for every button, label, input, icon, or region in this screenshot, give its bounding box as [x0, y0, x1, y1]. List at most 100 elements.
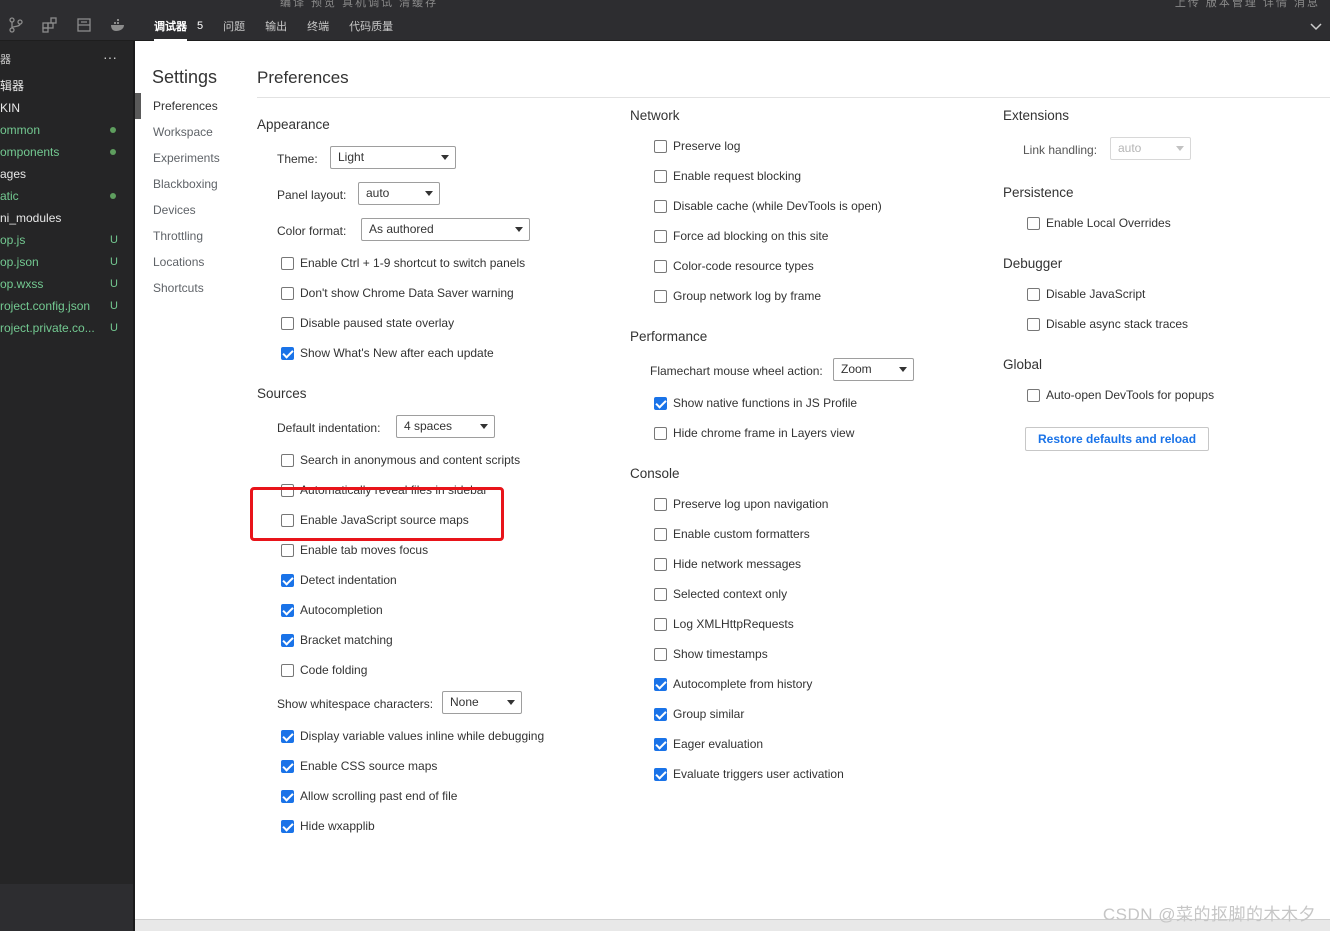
nav-preferences[interactable]: Preferences: [135, 93, 245, 119]
file-tree-item[interactable]: op.wxss U: [0, 273, 133, 295]
panel-layout-select[interactable]: auto: [358, 182, 440, 205]
tab-output[interactable]: 输出: [265, 18, 287, 34]
restore-defaults-button[interactable]: Restore defaults and reload: [1025, 427, 1210, 451]
checkbox-row[interactable]: Autocomplete from history: [654, 677, 812, 691]
chevron-down-icon[interactable]: [1310, 18, 1322, 34]
file-tree-item[interactable]: roject.private.co... U: [0, 317, 133, 339]
checkbox-row[interactable]: Enable custom formatters: [654, 527, 810, 541]
checkbox-row[interactable]: Show timestamps: [654, 647, 768, 661]
checkbox[interactable]: [654, 199, 667, 213]
file-tree-item[interactable]: op.json U: [0, 251, 133, 273]
checkbox-row[interactable]: Group similar: [654, 707, 744, 721]
checkbox-row[interactable]: Force ad blocking on this site: [654, 229, 828, 243]
file-tree-item[interactable]: KIN: [0, 97, 133, 119]
checkbox-checked[interactable]: [654, 677, 667, 691]
checkbox[interactable]: [1027, 388, 1040, 402]
storage-icon[interactable]: [74, 15, 94, 35]
checkbox-row[interactable]: Detect indentation: [281, 573, 397, 587]
nav-workspace[interactable]: Workspace: [135, 119, 245, 145]
file-tree-item[interactable]: ni_modules: [0, 207, 133, 229]
checkbox-row[interactable]: Display variable values inline while deb…: [281, 729, 544, 743]
tab-terminal[interactable]: 终端: [307, 18, 329, 34]
checkbox[interactable]: [281, 663, 294, 677]
checkbox[interactable]: [654, 497, 667, 511]
tab-debugger[interactable]: 调试器: [154, 18, 187, 41]
checkbox-checked[interactable]: [281, 633, 294, 647]
checkbox-row[interactable]: Show native functions in JS Profile: [654, 396, 857, 410]
checkbox-row[interactable]: Enable Local Overrides: [1027, 216, 1171, 230]
file-tree-item[interactable]: 辑器: [0, 75, 133, 97]
checkbox-row[interactable]: Don't show Chrome Data Saver warning: [281, 286, 514, 300]
checkbox-row[interactable]: Evaluate triggers user activation: [654, 767, 844, 781]
checkbox-row[interactable]: Show What's New after each update: [281, 346, 494, 360]
checkbox-checked[interactable]: [281, 603, 294, 617]
checkbox-row[interactable]: Search in anonymous and content scripts: [281, 453, 520, 467]
checkbox-checked[interactable]: [281, 729, 294, 743]
checkbox-row[interactable]: Disable JavaScript: [1027, 287, 1145, 301]
checkbox-row[interactable]: Disable paused state overlay: [281, 316, 454, 330]
theme-select[interactable]: Light: [330, 146, 456, 169]
checkbox-row[interactable]: Code folding: [281, 663, 367, 677]
checkbox-row[interactable]: Hide wxapplib: [281, 819, 375, 833]
checkbox[interactable]: [654, 647, 667, 661]
checkbox[interactable]: [654, 426, 667, 440]
nav-devices[interactable]: Devices: [135, 197, 245, 223]
checkbox-row[interactable]: Disable async stack traces: [1027, 317, 1188, 331]
checkbox-row[interactable]: Auto-open DevTools for popups: [1027, 388, 1214, 402]
checkbox[interactable]: [654, 587, 667, 601]
checkbox-row[interactable]: Color-code resource types: [654, 259, 814, 273]
checkbox-row[interactable]: Hide network messages: [654, 557, 801, 571]
file-tree-item[interactable]: ommon: [0, 119, 133, 141]
checkbox-row[interactable]: Bracket matching: [281, 633, 393, 647]
checkbox-row[interactable]: Selected context only: [654, 587, 787, 601]
checkbox-row[interactable]: Enable CSS source maps: [281, 759, 437, 773]
checkbox-checked[interactable]: [281, 759, 294, 773]
file-tree-item[interactable]: ages: [0, 163, 133, 185]
source-control-icon[interactable]: [6, 15, 26, 35]
checkbox-checked[interactable]: [281, 819, 294, 833]
extensions-icon[interactable]: [40, 15, 60, 35]
checkbox[interactable]: [281, 316, 294, 330]
checkbox[interactable]: [281, 286, 294, 300]
checkbox-checked[interactable]: [281, 346, 294, 360]
tab-problems[interactable]: 问题: [223, 18, 245, 34]
more-actions-icon[interactable]: ···: [103, 49, 117, 65]
nav-throttling[interactable]: Throttling: [135, 223, 245, 249]
checkbox-row[interactable]: Enable tab moves focus: [281, 543, 428, 557]
flamechart-select[interactable]: Zoom: [833, 358, 914, 381]
file-tree-item[interactable]: roject.config.json U: [0, 295, 133, 317]
checkbox-checked[interactable]: [281, 573, 294, 587]
color-format-select[interactable]: As authored: [361, 218, 530, 241]
checkbox-checked[interactable]: [654, 767, 667, 781]
indentation-select[interactable]: 4 spaces: [396, 415, 495, 438]
checkbox-row[interactable]: Preserve log: [654, 139, 740, 153]
checkbox-row[interactable]: Hide chrome frame in Layers view: [654, 426, 854, 440]
checkbox-row[interactable]: Enable request blocking: [654, 169, 801, 183]
checkbox[interactable]: [654, 169, 667, 183]
tab-code-quality[interactable]: 代码质量: [349, 18, 393, 34]
checkbox-row[interactable]: Autocompletion: [281, 603, 383, 617]
file-tree-item[interactable]: atic: [0, 185, 133, 207]
checkbox[interactable]: [281, 543, 294, 557]
checkbox-row[interactable]: Preserve log upon navigation: [654, 497, 828, 511]
checkbox[interactable]: [1027, 216, 1040, 230]
checkbox[interactable]: [281, 256, 294, 270]
file-tree-item[interactable]: op.js U: [0, 229, 133, 251]
checkbox[interactable]: [654, 139, 667, 153]
checkbox-checked[interactable]: [654, 396, 667, 410]
checkbox[interactable]: [654, 289, 667, 303]
checkbox-row[interactable]: Group network log by frame: [654, 289, 821, 303]
docker-icon[interactable]: [108, 15, 128, 35]
nav-blackboxing[interactable]: Blackboxing: [135, 171, 245, 197]
checkbox-checked[interactable]: [654, 707, 667, 721]
checkbox[interactable]: [654, 557, 667, 571]
file-tree-item[interactable]: omponents: [0, 141, 133, 163]
checkbox[interactable]: [1027, 317, 1040, 331]
checkbox[interactable]: [654, 527, 667, 541]
nav-experiments[interactable]: Experiments: [135, 145, 245, 171]
checkbox-row[interactable]: Enable Ctrl + 1-9 shortcut to switch pan…: [281, 256, 525, 270]
checkbox-row[interactable]: Eager evaluation: [654, 737, 763, 751]
checkbox[interactable]: [1027, 287, 1040, 301]
checkbox-row[interactable]: Allow scrolling past end of file: [281, 789, 457, 803]
checkbox[interactable]: [281, 453, 294, 467]
